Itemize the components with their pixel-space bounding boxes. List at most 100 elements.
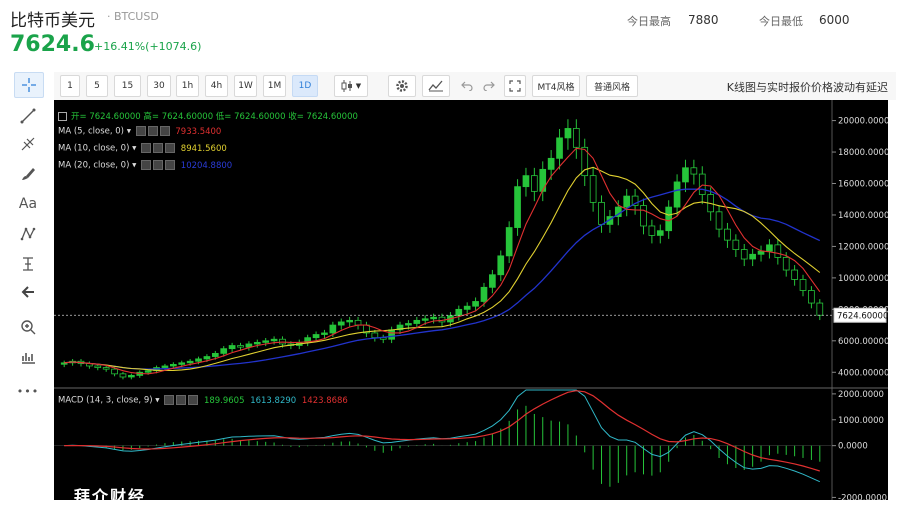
candle-body <box>514 186 521 228</box>
close-icon[interactable] <box>165 143 176 153</box>
price-tick-label: 16000.00000 <box>838 180 888 190</box>
eye-icon[interactable] <box>135 126 146 136</box>
candle-body <box>640 205 647 227</box>
interval-button-1W[interactable]: 1W <box>234 75 257 97</box>
chart-area[interactable]: 20000.00000 18000.00000 16000.00000 14000.0… <box>54 100 888 506</box>
candle-body <box>195 358 202 362</box>
candle-body <box>673 181 681 208</box>
more-icon[interactable]: ••• <box>14 379 42 403</box>
price-tick-label: 10000.00000 <box>838 274 888 284</box>
text-icon[interactable]: Aa <box>14 192 42 216</box>
price-tick-label: 20000.00000 <box>838 117 888 127</box>
gear-icon[interactable] <box>388 75 416 97</box>
price-tick-label: 6000.00000 <box>838 337 888 347</box>
macd-tick-label: 2000.0000 <box>838 390 884 400</box>
settings-icon[interactable] <box>153 143 164 153</box>
candle-body <box>237 345 244 348</box>
candle-body <box>698 173 706 195</box>
candle-body <box>757 250 765 255</box>
candle-body <box>656 230 664 236</box>
close-icon[interactable] <box>159 126 170 136</box>
candle-body <box>94 365 102 368</box>
price-tick-label: 12000.00000 <box>838 242 888 252</box>
candle-body <box>682 167 689 183</box>
ma20-label: MA (20, close, 0) <box>58 160 130 171</box>
ma20-legend[interactable]: MA (20, close, 0) ▾ 10204.8800 <box>58 160 232 171</box>
candle-body <box>144 370 152 373</box>
close-icon[interactable] <box>165 160 176 170</box>
mt4-style-button[interactable]: MT4风格 <box>532 75 580 97</box>
candle-body <box>186 360 194 364</box>
fib-icon[interactable] <box>14 132 42 156</box>
candle-body <box>329 324 337 334</box>
interval-button-1[interactable]: 1 <box>60 75 80 97</box>
ma5-line <box>64 147 821 375</box>
candle-type-button[interactable]: ▼ <box>334 75 368 97</box>
candle-body <box>740 249 748 260</box>
crosshair-icon[interactable] <box>14 72 44 98</box>
candle-body <box>321 332 328 335</box>
candle-body <box>572 128 580 148</box>
candle-body <box>312 334 320 339</box>
candle-body <box>522 175 530 188</box>
arrow-left-icon[interactable] <box>14 280 42 304</box>
candle-body <box>766 244 773 252</box>
interval-button-1h[interactable]: 1h <box>176 75 199 97</box>
pattern-icon[interactable] <box>14 222 42 246</box>
ma10-value: 8941.5600 <box>180 143 227 154</box>
interval-button-5[interactable]: 5 <box>86 75 108 97</box>
eye-icon[interactable] <box>141 143 152 153</box>
candle-body <box>589 175 597 203</box>
indicator-icon[interactable] <box>422 75 450 97</box>
current-price: 7624.6 <box>10 32 95 57</box>
candle-body <box>354 319 362 326</box>
candle-body <box>228 345 236 350</box>
ma5-legend[interactable]: MA (5, close, 0) ▾ 7933.5400 <box>58 126 221 137</box>
candle-body <box>531 175 538 192</box>
interval-button-30[interactable]: 30 <box>147 75 171 97</box>
settings-icon[interactable] <box>147 126 158 136</box>
measure-icon[interactable] <box>14 252 42 276</box>
candle-body <box>724 228 731 241</box>
ohlc-values: 开= 7624.60000 高= 7624.60000 低= 7624.6000… <box>71 112 358 122</box>
candle-body <box>816 302 824 316</box>
interval-button-1M[interactable]: 1M <box>263 75 286 97</box>
interval-button-1D[interactable]: 1D <box>292 75 318 97</box>
legend-collapse-icon[interactable] <box>58 112 67 121</box>
macd-legend[interactable]: MACD (14, 3, close, 9) ▾ 189.9605 1613.8… <box>58 395 348 406</box>
interval-button-4h[interactable]: 4h <box>205 75 228 97</box>
candle-body <box>791 269 798 280</box>
candle-body <box>337 321 345 326</box>
normal-style-button[interactable]: 普通风格 <box>586 75 638 97</box>
brush-icon[interactable] <box>14 162 42 186</box>
candle-body <box>623 195 631 208</box>
ma5-label: MA (5, close, 0) <box>58 126 124 137</box>
trend-line-icon[interactable] <box>14 104 42 128</box>
eye-icon[interactable] <box>141 160 152 170</box>
ma10-line <box>64 166 821 372</box>
eye-icon[interactable] <box>164 395 175 405</box>
ma5-value: 7933.5400 <box>175 126 222 137</box>
redo-icon[interactable] <box>478 75 500 97</box>
day-low-label: 今日最低 <box>759 15 803 28</box>
axis-strip <box>888 100 916 500</box>
candle-body <box>388 329 395 340</box>
bar-chart-icon[interactable] <box>14 345 42 369</box>
candle-body <box>413 319 421 324</box>
candle-body <box>371 332 379 339</box>
candle-body <box>455 308 463 317</box>
candle-body <box>497 255 505 276</box>
candle-body <box>346 319 353 323</box>
fullscreen-icon[interactable] <box>504 75 526 97</box>
settings-icon[interactable] <box>176 395 187 405</box>
zoom-icon[interactable] <box>14 315 42 339</box>
settings-icon[interactable] <box>153 160 164 170</box>
undo-icon[interactable] <box>456 75 478 97</box>
candle-body <box>489 274 496 288</box>
price-tick-label: 4000.00000 <box>838 368 888 378</box>
close-icon[interactable] <box>188 395 199 405</box>
interval-button-15[interactable]: 15 <box>114 75 141 97</box>
day-low-value: 6000 <box>819 13 850 27</box>
ma10-legend[interactable]: MA (10, close, 0) ▾ 8941.5600 <box>58 143 227 154</box>
ma20-value: 10204.8800 <box>180 160 233 171</box>
